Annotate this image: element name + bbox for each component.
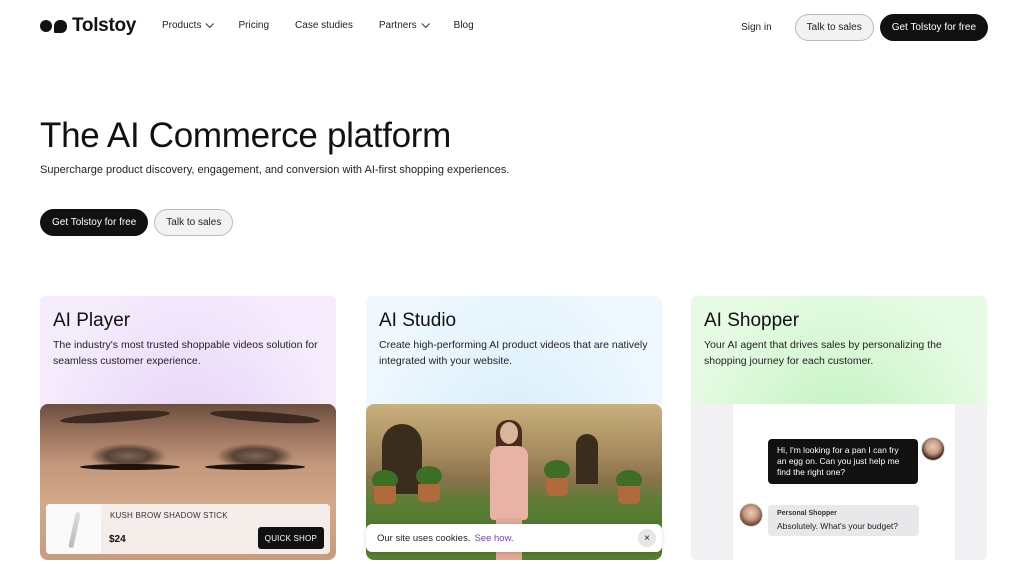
nav-item-label: Products — [162, 20, 202, 31]
tolstoy-logo[interactable]: Tolstoy — [40, 15, 136, 37]
cookie-banner: Our site uses cookies. See how. × — [366, 524, 662, 552]
hero-talk-to-sales-button[interactable]: Talk to sales — [154, 209, 234, 236]
product-video-eye-makeup[interactable]: KUSH BROW SHADOW STICK $24 QUICK SHOP — [40, 404, 336, 560]
card-description: The industry's most trusted shoppable vi… — [53, 339, 318, 367]
bot-message-bubble: Personal Shopper Absolutely. What's your… — [768, 505, 919, 536]
nav-item-pricing[interactable]: Pricing — [238, 20, 269, 31]
card-description: Create high-performing AI product videos… — [379, 339, 648, 367]
product-overlay-card[interactable]: KUSH BROW SHADOW STICK $24 QUICK SHOP — [46, 504, 330, 554]
hero-title: The AI Commerce platform — [40, 116, 451, 155]
cookie-text: Our site uses cookies. — [377, 532, 471, 544]
nav-item-products[interactable]: Products — [162, 19, 215, 31]
card-description: Your AI agent that drives sales by perso… — [704, 339, 942, 367]
bot-message: Absolutely. What's your budget? — [777, 521, 899, 531]
close-icon[interactable]: × — [638, 529, 656, 547]
nav-item-blog[interactable]: Blog — [454, 20, 474, 31]
user-message-bubble: Hi, I'm looking for a pan I can fry an e… — [768, 439, 918, 484]
pot-shape — [374, 486, 396, 504]
cookie-see-how-link[interactable]: See how. — [474, 533, 513, 544]
header-actions: Sign in Talk to sales Get Tolstoy for fr… — [741, 14, 988, 41]
brow-shape — [59, 408, 171, 426]
chat-preview: Hi, I'm looking for a pan I can fry an e… — [691, 404, 987, 560]
nav-item-case-studies[interactable]: Case studies — [295, 20, 353, 31]
logo-mark-icon — [40, 19, 67, 33]
nav-item-label: Pricing — [238, 20, 270, 31]
lash-shape — [80, 464, 180, 470]
shopper-avatar — [739, 503, 763, 527]
product-name: KUSH BROW SHADOW STICK — [110, 511, 228, 520]
brow-shape — [209, 408, 321, 426]
product-thumbnail — [46, 504, 101, 554]
user-avatar — [921, 437, 945, 461]
product-price: $24 — [109, 534, 126, 545]
card-ai-shopper[interactable]: AI Shopper Your AI agent that drives sal… — [691, 296, 987, 560]
card-title: AI Shopper — [704, 310, 800, 331]
quick-shop-button[interactable]: QUICK SHOP — [257, 527, 324, 549]
bot-name: Personal Shopper — [777, 510, 837, 517]
hero-get-free-button[interactable]: Get Tolstoy for free — [40, 209, 149, 236]
chevron-down-icon — [205, 19, 215, 28]
card-ai-player[interactable]: AI Player The industry's most trusted sh… — [40, 296, 336, 560]
card-ai-studio[interactable]: AI Studio Create high-performing AI prod… — [366, 296, 662, 560]
nav-item-label: Case studies — [295, 20, 353, 31]
pot-shape — [618, 486, 640, 504]
pot-shape — [418, 484, 440, 502]
sign-in-link[interactable]: Sign in — [741, 22, 772, 33]
hero-subtitle: Supercharge product discovery, engagemen… — [40, 164, 510, 176]
talk-to-sales-button[interactable]: Talk to sales — [794, 14, 874, 41]
nav-item-label: Blog — [453, 20, 474, 31]
pot-shape — [546, 478, 568, 496]
nav-item-partners[interactable]: Partners — [378, 19, 430, 31]
lash-shape — [205, 464, 305, 470]
plant-shape — [416, 466, 442, 486]
logo-text: Tolstoy — [72, 15, 137, 36]
card-title: AI Studio — [379, 310, 457, 331]
main-menu: Products Pricing Case studies Partners B… — [162, 19, 500, 31]
hero-ctas: Get Tolstoy for free Talk to sales — [40, 209, 234, 236]
nav-item-label: Partners — [378, 20, 417, 31]
card-title: AI Player — [53, 310, 131, 331]
top-nav: Tolstoy Products Pricing Case studies Pa… — [0, 0, 1024, 54]
stone-arch — [576, 434, 598, 484]
get-tolstoy-free-button[interactable]: Get Tolstoy for free — [879, 14, 988, 41]
chevron-down-icon — [421, 19, 430, 28]
plant-shape — [544, 460, 570, 480]
